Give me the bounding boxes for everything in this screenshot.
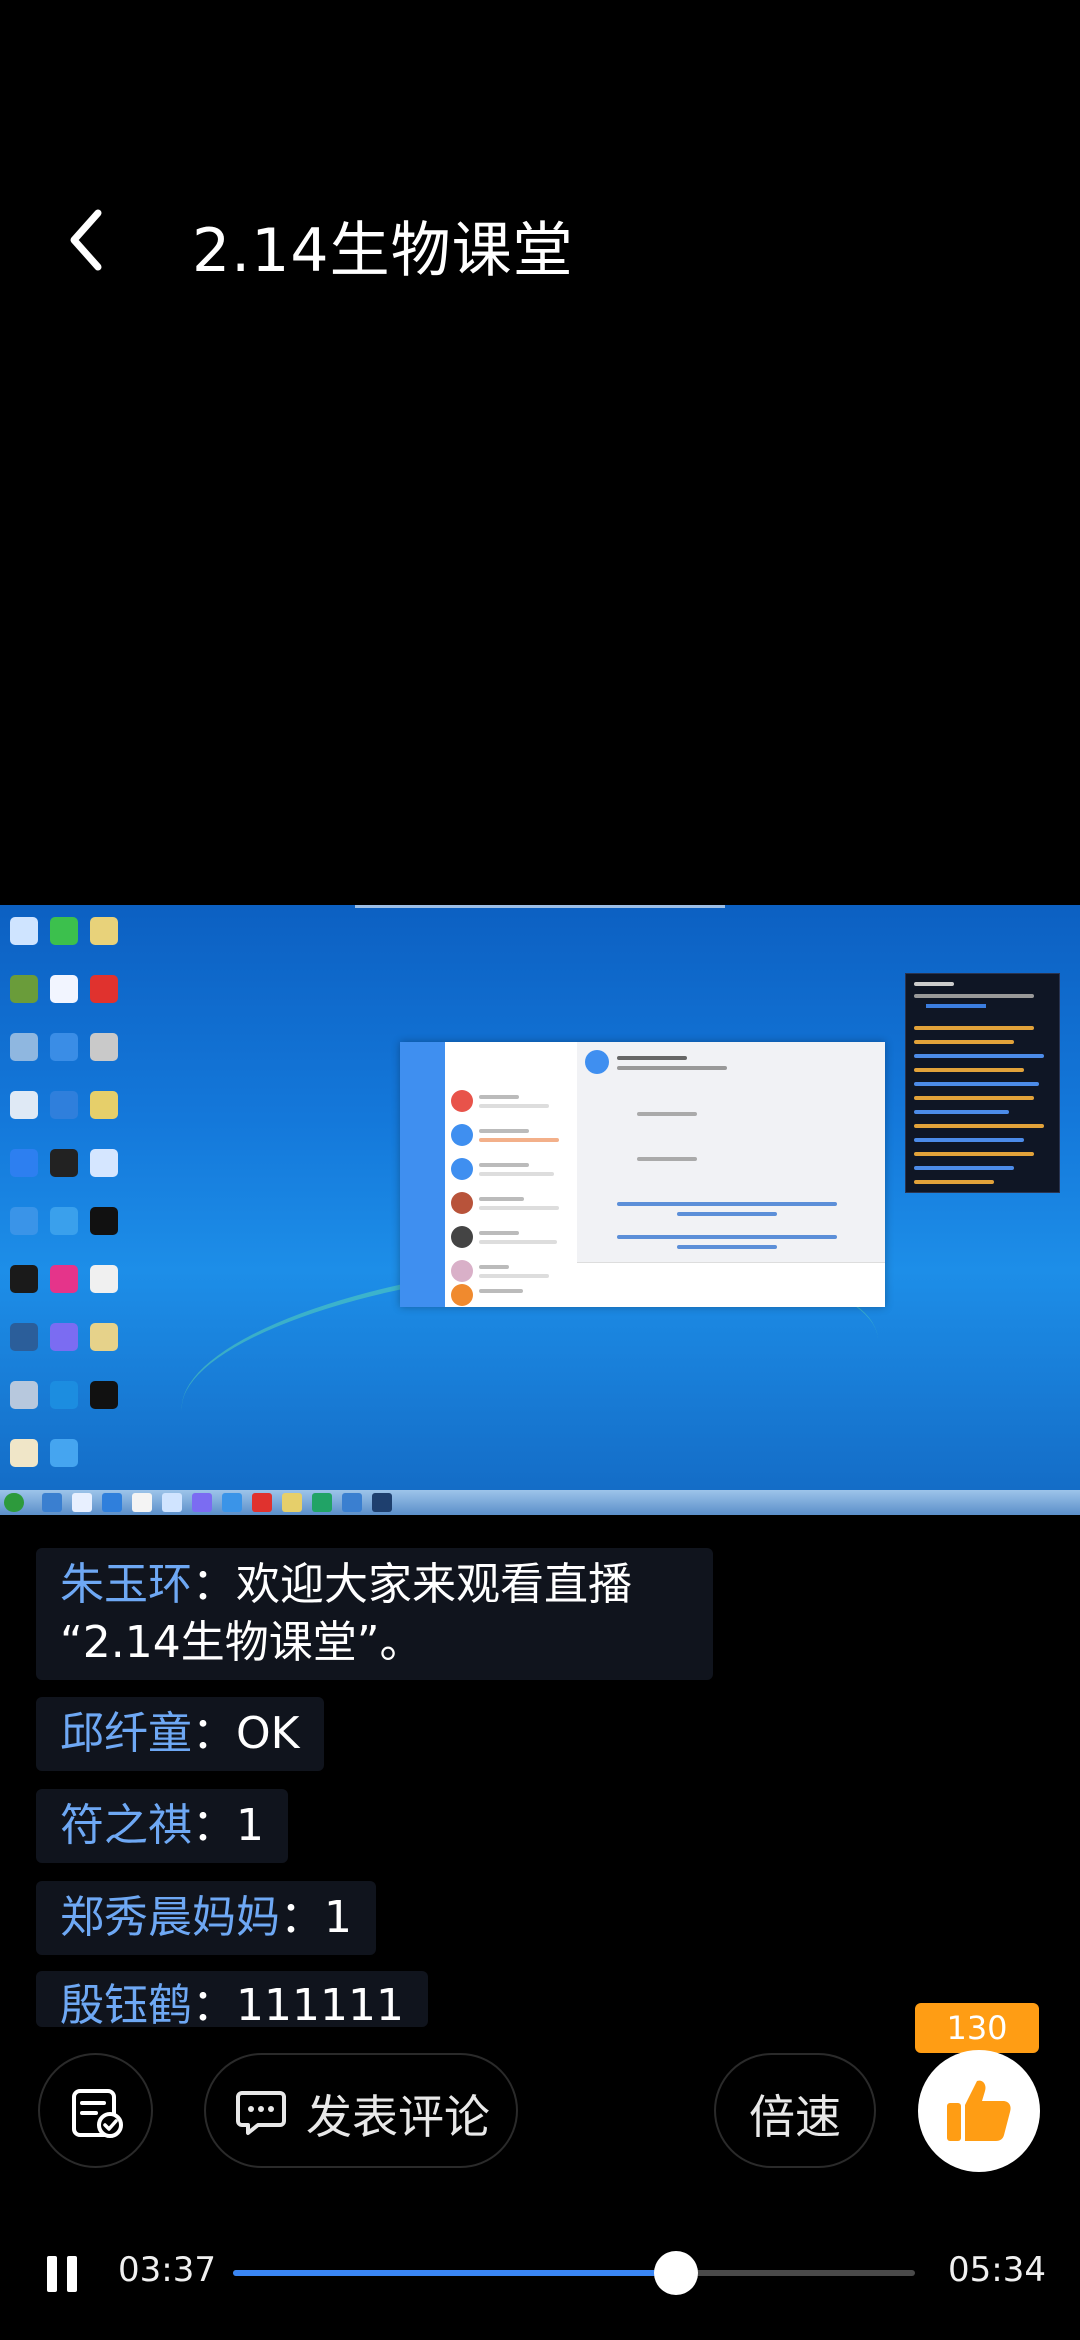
video-player[interactable]	[0, 905, 1080, 1515]
chat-bubble-icon	[236, 2091, 286, 2135]
chat-app-conversation	[577, 1042, 885, 1307]
comment-item: 符之祺：1	[36, 1789, 288, 1863]
notes-edit-icon	[72, 2089, 123, 2138]
interaction-panel	[905, 973, 1060, 1193]
comment-text: 1	[236, 1800, 264, 1851]
post-comment-label: 发表评论	[306, 2090, 490, 2144]
page-title: 2.14生物课堂	[192, 216, 574, 286]
playback-speed-label: 倍速	[749, 2090, 841, 2144]
comment-username: 郑秀晨妈妈	[60, 1892, 280, 1943]
comment-item: 殷钰鹤：111111	[36, 1971, 428, 2027]
chat-app-contact-list	[445, 1042, 577, 1307]
seek-bar[interactable]	[233, 2270, 915, 2276]
comment-item: 邱纤童：OK	[36, 1697, 324, 1771]
chat-app-window	[400, 1042, 885, 1307]
post-comment-button[interactable]: 发表评论	[204, 2053, 518, 2168]
os-taskbar	[0, 1490, 1080, 1515]
like-button[interactable]	[918, 2050, 1040, 2172]
top-bar: 2.14生物课堂	[0, 180, 1080, 290]
video-top-line	[355, 905, 725, 908]
notes-button[interactable]	[38, 2053, 153, 2168]
comment-text: OK	[236, 1708, 300, 1759]
like-count-badge: 130	[915, 2003, 1039, 2053]
live-replay-screen: 2.14生物课堂 朱玉环：欢迎大家来观看直播 “2.14生物课堂”。 邱纤童：O…	[0, 0, 1080, 2340]
pause-icon	[47, 2256, 57, 2292]
seek-bar-progress	[233, 2270, 677, 2276]
comment-text-continued: “2.14生物课堂”。	[60, 1617, 424, 1668]
seek-handle[interactable]	[654, 2251, 699, 2295]
chat-app-sidebar	[400, 1042, 445, 1307]
comment-text: 111111	[236, 1980, 404, 2027]
chevron-left-icon	[70, 209, 102, 271]
thumbs-up-icon	[947, 2080, 1011, 2141]
pause-button[interactable]	[47, 2256, 79, 2292]
comment-text: 欢迎大家来观看直播	[236, 1559, 632, 1610]
comment-username: 殷钰鹤	[60, 1980, 192, 2027]
comment-item: 朱玉环：欢迎大家来观看直播 “2.14生物课堂”。	[36, 1548, 713, 1680]
comment-username: 符之祺	[60, 1800, 192, 1851]
comment-username: 朱玉环	[60, 1559, 192, 1610]
back-button[interactable]	[60, 205, 120, 275]
current-time: 03:37	[118, 2250, 216, 2290]
comment-username: 邱纤童	[60, 1708, 192, 1759]
comment-text: 1	[324, 1892, 352, 1943]
playback-speed-button[interactable]: 倍速	[714, 2053, 876, 2168]
total-duration: 05:34	[948, 2250, 1046, 2290]
comment-item: 郑秀晨妈妈：1	[36, 1881, 376, 1955]
